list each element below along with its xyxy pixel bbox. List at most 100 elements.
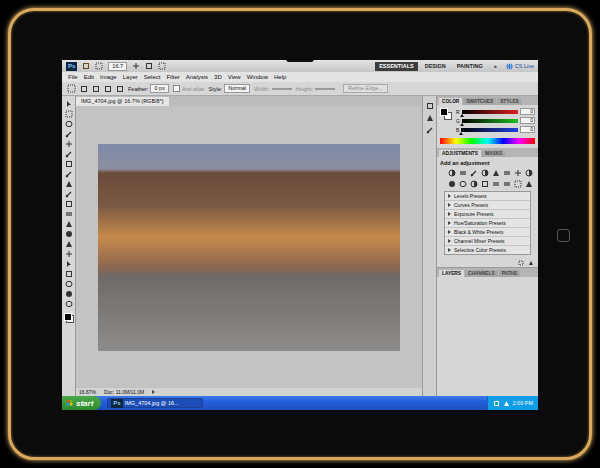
intersect-selection-icon[interactable] <box>116 85 124 93</box>
levels-icon[interactable] <box>459 169 467 177</box>
color-slider[interactable] <box>462 119 518 123</box>
panel-tab[interactable]: MASKS <box>482 150 505 157</box>
clip-layer-icon[interactable] <box>518 260 524 266</box>
shape-tool-icon[interactable] <box>65 270 73 278</box>
expand-arrow-icon[interactable] <box>448 230 451 234</box>
marquee-tool-icon[interactable] <box>67 84 76 93</box>
photo-filter-icon[interactable] <box>448 180 456 188</box>
foreground-swatch[interactable] <box>64 313 72 321</box>
mini-bridge-icon[interactable] <box>95 62 103 70</box>
menu-item[interactable]: Filter <box>166 74 179 80</box>
panel-tab[interactable]: CHANNELS <box>465 270 498 277</box>
workspace-tab[interactable]: PAINTING <box>453 62 487 71</box>
expand-arrow-icon[interactable] <box>448 212 451 216</box>
color-panel-swatches[interactable] <box>440 108 452 120</box>
path-selection-tool-icon[interactable] <box>65 260 73 268</box>
history-panel-icon[interactable] <box>426 102 434 110</box>
cs-live-icon[interactable] <box>506 63 513 70</box>
panel-tab[interactable]: SWATCHES <box>463 98 496 105</box>
eyedropper-tool-icon[interactable] <box>65 150 73 158</box>
document-tab[interactable]: IMG_4704.jpg @ 16.7% (RGB/8*) <box>76 97 169 106</box>
anti-alias-checkbox[interactable] <box>173 85 180 92</box>
pen-tool-icon[interactable] <box>65 240 73 248</box>
dodge-tool-icon[interactable] <box>65 230 73 238</box>
menu-item[interactable]: Select <box>144 74 161 80</box>
expand-arrow-icon[interactable] <box>448 194 451 198</box>
menu-item[interactable]: Edit <box>84 74 94 80</box>
start-button[interactable]: start <box>62 396 101 410</box>
shadows-icon[interactable] <box>525 180 533 188</box>
color-spectrum[interactable] <box>440 138 535 144</box>
slider-thumb[interactable] <box>459 132 463 135</box>
windows-logo-icon[interactable] <box>66 399 74 407</box>
color-swatches[interactable] <box>64 313 74 323</box>
brush-tool-icon[interactable] <box>65 170 73 178</box>
menu-item[interactable]: Analysis <box>186 74 208 80</box>
history-brush-tool-icon[interactable] <box>65 190 73 198</box>
move-tool-icon[interactable] <box>65 100 73 108</box>
feather-field[interactable]: 0 px <box>150 84 168 93</box>
slider-thumb[interactable] <box>460 123 464 126</box>
blur-tool-icon[interactable] <box>65 220 73 228</box>
expand-arrow-icon[interactable] <box>448 203 451 207</box>
slider-thumb[interactable] <box>460 114 464 117</box>
color-value-field[interactable]: 0 <box>520 117 535 124</box>
hue-saturation-icon[interactable] <box>503 169 511 177</box>
refine-edge-button[interactable]: Refine Edge... <box>343 84 388 93</box>
menu-item[interactable]: Window <box>247 74 268 80</box>
hand-tool-icon[interactable] <box>65 290 73 298</box>
color-value-field[interactable]: 0 <box>520 108 535 115</box>
new-selection-icon[interactable] <box>80 85 88 93</box>
zoom-level-field[interactable]: 16.7 <box>108 62 127 71</box>
threshold-icon[interactable] <box>492 180 500 188</box>
expand-arrow-icon[interactable] <box>448 248 451 252</box>
menu-item[interactable]: File <box>68 74 78 80</box>
selective-color-icon[interactable] <box>514 180 522 188</box>
panel-tab[interactable]: ADJUSTMENTS <box>439 150 481 157</box>
panel-tab[interactable]: LAYERS <box>439 270 464 277</box>
workspace-tab[interactable]: ESSENTIALS <box>375 62 418 71</box>
preset-row[interactable]: Black & White Presets <box>445 228 530 237</box>
expand-arrow-icon[interactable] <box>448 239 451 243</box>
panel-tab[interactable]: PATHS <box>499 270 521 277</box>
subtract-selection-icon[interactable] <box>104 85 112 93</box>
volume-icon[interactable] <box>503 400 510 407</box>
channel-mixer-icon[interactable] <box>459 180 467 188</box>
3d-rotate-tool-icon[interactable] <box>65 280 73 288</box>
brightness-icon[interactable] <box>448 169 456 177</box>
network-icon[interactable] <box>493 400 500 407</box>
actions-panel-icon[interactable] <box>426 114 434 122</box>
expand-arrow-icon[interactable] <box>152 390 155 394</box>
add-selection-icon[interactable] <box>92 85 100 93</box>
crop-tool-icon[interactable] <box>65 140 73 148</box>
color-slider[interactable] <box>461 128 518 132</box>
style-select[interactable]: Normal <box>224 84 250 93</box>
lasso-tool-icon[interactable] <box>65 120 73 128</box>
preset-row[interactable]: Exposure Presets <box>445 210 530 219</box>
vibrance-icon[interactable] <box>492 169 500 177</box>
posterize-icon[interactable] <box>481 180 489 188</box>
menu-item[interactable]: Help <box>274 74 286 80</box>
preset-row[interactable]: Curves Presets <box>445 201 530 210</box>
home-button[interactable] <box>557 229 570 242</box>
preset-row[interactable]: Selective Color Presets <box>445 246 530 254</box>
exposure-icon[interactable] <box>481 169 489 177</box>
workspace-tab[interactable]: DESIGN <box>421 62 450 71</box>
quick-selection-tool-icon[interactable] <box>65 130 73 138</box>
panel-tab[interactable]: STYLES <box>497 98 522 105</box>
marquee-tool-icon[interactable] <box>65 110 73 118</box>
menu-item[interactable]: Image <box>100 74 117 80</box>
clone-stamp-tool-icon[interactable] <box>65 180 73 188</box>
healing-brush-tool-icon[interactable] <box>65 160 73 168</box>
gradient-map-icon[interactable] <box>503 180 511 188</box>
height-field[interactable] <box>315 88 335 90</box>
black-white-icon[interactable] <box>525 169 533 177</box>
color-balance-icon[interactable] <box>514 169 522 177</box>
color-value-field[interactable]: 0 <box>520 126 535 133</box>
foreground-swatch[interactable] <box>440 108 448 116</box>
panel-tab[interactable]: COLOR <box>439 98 462 105</box>
curves-icon[interactable] <box>470 169 478 177</box>
width-field[interactable] <box>272 88 292 90</box>
preset-row[interactable]: Levels Presets <box>445 192 530 201</box>
view-extras-icon[interactable] <box>132 62 140 70</box>
